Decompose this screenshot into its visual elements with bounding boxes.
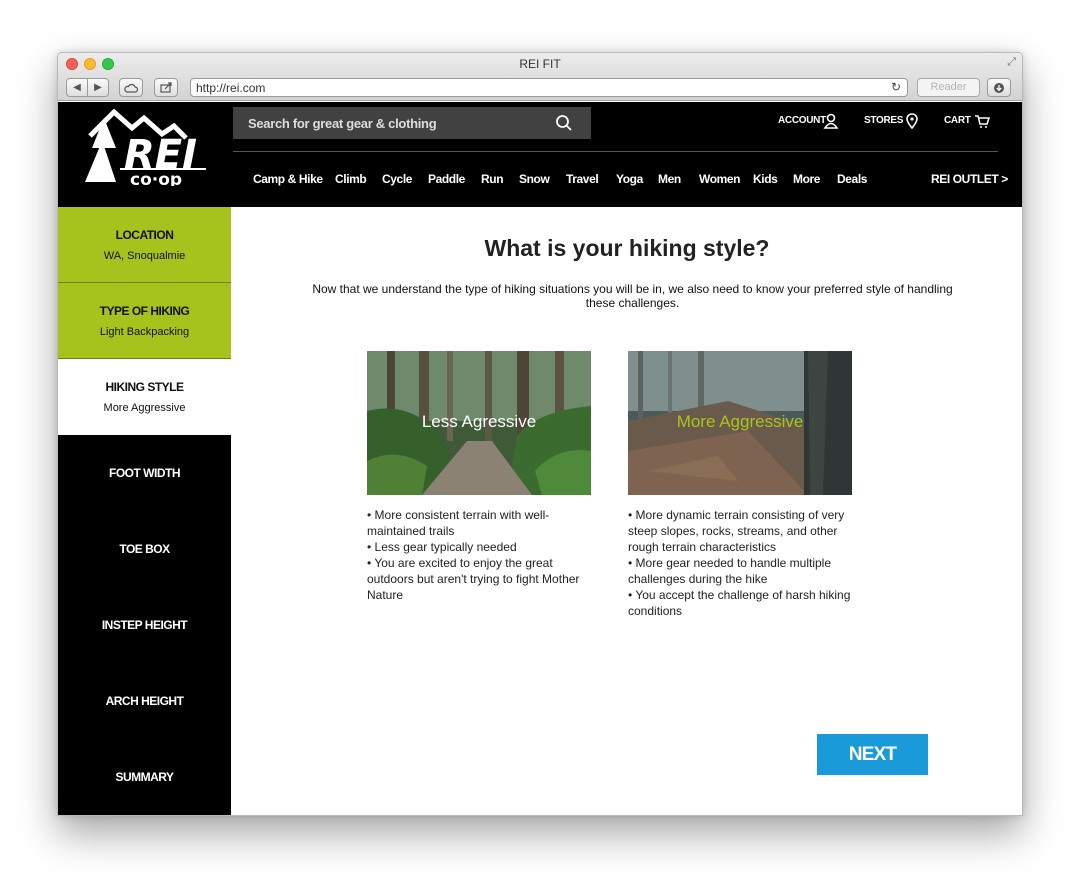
step-value: More Aggressive — [103, 402, 186, 414]
step-location[interactable]: LOCATION WA, Snoqualmie — [58, 207, 231, 283]
forward-button[interactable]: ▶ — [87, 78, 109, 97]
next-button[interactable]: NEXT — [817, 734, 928, 775]
outlet-label: REI OUTLET — [931, 172, 999, 186]
rei-logo-icon: REI co·op — [85, 108, 206, 190]
option-label: Less Agressive — [421, 412, 537, 431]
downloads-button[interactable] — [987, 78, 1011, 97]
step-hiking-style[interactable]: HIKING STYLE More Aggressive — [58, 359, 231, 435]
back-button[interactable]: ◀ — [66, 78, 88, 97]
nav-travel[interactable]: Travel — [566, 172, 599, 186]
step-value: Light Backpacking — [99, 325, 190, 338]
nav-kids[interactable]: Kids — [753, 172, 778, 186]
step-title: HIKING STYLE — [105, 380, 184, 394]
share-icon — [159, 82, 172, 93]
cloud-icon — [124, 83, 138, 93]
rei-coop-logo[interactable]: REI co·op — [80, 106, 210, 190]
nav-camp-hike[interactable]: Camp & Hike — [253, 172, 323, 186]
option-less-aggressive[interactable]: Less Agressive • More consistent terrain… — [367, 351, 591, 603]
address-bar[interactable]: http://rei.com ↻ — [190, 78, 908, 97]
step-toe-box: TOE BOX — [58, 511, 231, 587]
nav-women[interactable]: Women — [699, 172, 741, 186]
step-title: FOOT WIDTH — [109, 466, 180, 480]
search-placeholder: Search for great gear & clothing — [248, 116, 437, 131]
nav-yoga[interactable]: Yoga — [616, 172, 643, 186]
nav-run[interactable]: Run — [481, 172, 504, 186]
back-arrow-icon: ◀ — [73, 82, 81, 93]
browser-window: REI FIT ⤢ ◀ ▶ http://rei.com ↻ Reader RE… — [57, 52, 1023, 816]
nav-paddle[interactable]: Paddle — [428, 172, 465, 186]
option-bullets: • More consistent terrain with well-main… — [367, 507, 591, 603]
nav-more[interactable]: More — [793, 172, 820, 186]
step-title: ARCH HEIGHT — [105, 694, 184, 708]
bullet-item: • More gear needed to handle multiple ch… — [628, 556, 831, 586]
icloud-tabs-button[interactable] — [119, 78, 143, 97]
nav-rei-outlet[interactable]: REI OUTLET > — [931, 172, 1008, 186]
browser-titlebar: REI FIT ⤢ ◀ ▶ http://rei.com ↻ Reader — [58, 53, 1022, 101]
location-pin-icon[interactable] — [904, 113, 920, 129]
nav-men[interactable]: Men — [658, 172, 681, 186]
step-type-of-hiking[interactable]: TYPE OF HIKING Light Backpacking — [58, 283, 231, 359]
intro-text: Now that we understand the type of hikin… — [312, 282, 953, 310]
main-content: What is your hiking style? Now that we u… — [231, 207, 1022, 815]
chevron-right-icon: > — [1001, 172, 1008, 186]
bullet-item: • More dynamic terrain consisting of ver… — [628, 508, 845, 554]
url-text: http://rei.com — [196, 81, 266, 95]
nav-cycle[interactable]: Cycle — [382, 172, 412, 186]
bullet-item: • You accept the challenge of harsh hiki… — [628, 588, 851, 618]
progress-sidebar: LOCATION WA, Snoqualmie TYPE OF HIKING L… — [58, 207, 231, 815]
step-arch-height: ARCH HEIGHT — [58, 663, 231, 739]
download-icon — [994, 82, 1004, 93]
nav-deals[interactable]: Deals — [837, 172, 867, 186]
cart-icon[interactable] — [974, 113, 990, 129]
account-link[interactable]: ACCOUNT — [778, 115, 826, 126]
share-button[interactable] — [154, 78, 178, 97]
step-summary: SUMMARY — [58, 739, 231, 815]
step-title: SUMMARY — [115, 770, 174, 784]
logo-sub: co·op — [130, 170, 182, 186]
search-input[interactable]: Search for great gear & clothing — [233, 107, 591, 139]
stores-link[interactable]: STORES — [864, 115, 903, 126]
bullet-item: • You are excited to enjoy the great out… — [367, 556, 580, 602]
step-title: TYPE OF HIKING — [99, 303, 190, 318]
step-foot-width: FOOT WIDTH — [58, 435, 231, 511]
bullet-item: • Less gear typically needed — [367, 540, 517, 554]
header-divider — [233, 151, 998, 152]
option-bullets: • More dynamic terrain consisting of ver… — [628, 507, 852, 619]
page-title: What is your hiking style? — [484, 235, 770, 261]
nav-climb[interactable]: Climb — [335, 172, 367, 186]
option-label: More Aggressive — [676, 412, 804, 431]
more-aggressive-photo[interactable]: More Aggressive — [628, 351, 852, 495]
window-title: REI FIT — [519, 57, 561, 71]
bullet-item: • More consistent terrain with well-main… — [367, 508, 550, 538]
step-title: LOCATION — [115, 227, 174, 242]
fullscreen-icon[interactable]: ⤢ — [1007, 56, 1016, 69]
step-value: WA, Snoqualmie — [103, 249, 186, 262]
step-title: TOE BOX — [119, 542, 170, 556]
step-title: INSTEP HEIGHT — [101, 618, 188, 632]
account-icon[interactable] — [823, 113, 839, 129]
site-header: REI co·op Search for great gear & clothi… — [58, 102, 1022, 207]
option-more-aggressive[interactable]: More Aggressive • More dynamic terrain c… — [628, 351, 852, 619]
forward-arrow-icon: ▶ — [94, 82, 102, 93]
less-aggressive-photo[interactable]: Less Agressive — [367, 351, 591, 495]
cart-link[interactable]: CART — [944, 115, 971, 126]
reader-button[interactable]: Reader — [917, 78, 980, 97]
reload-icon[interactable]: ↻ — [891, 80, 901, 94]
search-icon[interactable] — [555, 114, 573, 132]
step-instep-height: INSTEP HEIGHT — [58, 587, 231, 663]
nav-snow[interactable]: Snow — [519, 172, 550, 186]
